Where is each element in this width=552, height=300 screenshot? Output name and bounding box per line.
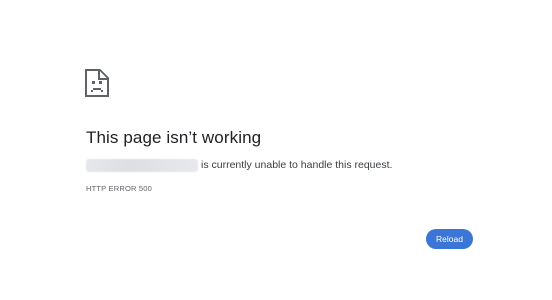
error-message-text: is currently unable to handle this reque… [201, 159, 393, 171]
redacted-hostname [86, 158, 198, 172]
error-code: HTTP ERROR 500 [86, 184, 153, 193]
reload-button[interactable]: Reload [426, 229, 473, 249]
error-message: is currently unable to handle this reque… [86, 157, 392, 173]
sad-document-icon [84, 68, 110, 98]
error-title: This page isn’t working [86, 128, 262, 147]
error-page: This page isn’t working is currently una… [0, 0, 552, 300]
